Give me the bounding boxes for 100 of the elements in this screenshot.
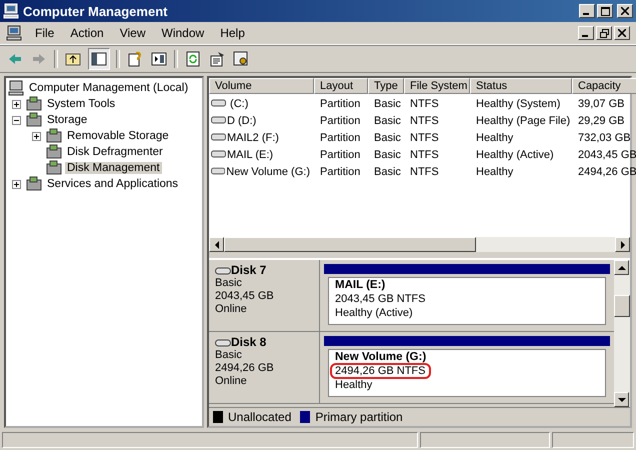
- table-cell: Partition: [320, 148, 360, 160]
- table-cell: Healthy (Active): [476, 148, 554, 160]
- disk-status: Online: [215, 303, 248, 316]
- tree-item[interactable]: Removable Storage: [65, 130, 171, 142]
- table-cell: Partition: [320, 114, 360, 126]
- tree-item[interactable]: Disk Management: [65, 162, 162, 174]
- table-cell: 2494,26 GB: [578, 166, 636, 178]
- column-header[interactable]: File System: [404, 78, 470, 94]
- menu-item[interactable]: Help: [217, 26, 248, 40]
- legend-label: Unallocated: [228, 410, 292, 424]
- properties-icon[interactable]: [208, 50, 226, 68]
- close-button[interactable]: [617, 4, 633, 18]
- partition-name: MAIL (E:): [335, 279, 386, 291]
- drive-icon: [211, 167, 226, 176]
- down-arrow-icon: [618, 396, 626, 402]
- menu-item[interactable]: Action: [67, 26, 107, 40]
- help-icon[interactable]: [126, 50, 144, 68]
- maximize-icon: [600, 6, 610, 16]
- partition-status: Healthy (Active): [335, 307, 414, 319]
- table-cell: NTFS: [410, 114, 439, 126]
- vertical-scrollbar[interactable]: [614, 260, 630, 407]
- tree-item[interactable]: Services and Applications: [45, 178, 180, 190]
- table-cell: Partition: [320, 166, 360, 178]
- table-cell: 29,29 GB: [578, 114, 624, 126]
- table-cell: Basic: [374, 132, 401, 144]
- partition-size: 2043,45 GB NTFS: [334, 292, 426, 307]
- disk-size: 2043,45 GB: [215, 290, 275, 303]
- computer-icon: [3, 3, 19, 19]
- partition-size: 2494,26 GB NTFS: [330, 363, 430, 379]
- table-cell: New Volume (G:): [226, 166, 310, 178]
- table-cell: Healthy (Page File): [476, 114, 570, 126]
- table-cell: Basic: [374, 148, 401, 160]
- right-arrow-icon: [620, 240, 626, 248]
- table-cell: NTFS: [410, 148, 439, 160]
- disk-type: Basic: [215, 349, 243, 362]
- table-cell: Healthy: [476, 132, 514, 144]
- table-cell: Healthy (System): [476, 98, 560, 110]
- table-cell: NTFS: [410, 132, 439, 144]
- table-cell: Basic: [374, 166, 401, 178]
- close-button[interactable]: [614, 26, 630, 40]
- minimize-button[interactable]: [579, 4, 595, 18]
- settings-icon[interactable]: [232, 50, 250, 68]
- drive-icon: [211, 133, 226, 142]
- disk-type: Basic: [215, 277, 243, 290]
- column-header[interactable]: Capacity: [572, 78, 636, 94]
- table-cell: Basic: [374, 98, 401, 110]
- table-cell: Partition: [320, 132, 360, 144]
- left-arrow-icon: [214, 240, 220, 248]
- table-cell: 732,03 GB: [578, 132, 631, 144]
- drive-icon: [211, 99, 226, 108]
- table-cell-text: (C:): [229, 98, 248, 110]
- computer-icon: [6, 25, 22, 41]
- up-arrow-icon: [618, 264, 626, 270]
- expander-box[interactable]: [12, 100, 21, 108]
- legend-label: Primary partition: [315, 410, 403, 424]
- disk-name: Disk 7: [231, 264, 266, 277]
- table-cell: NTFS: [410, 98, 439, 110]
- table-cell: MAIL2 (F:): [227, 132, 279, 144]
- tree-item[interactable]: Storage: [45, 114, 90, 126]
- tree-item[interactable]: System Tools: [45, 98, 118, 110]
- table-cell: D (D:): [227, 114, 256, 126]
- disk-name: Disk 8: [231, 336, 266, 349]
- table-cell: MAIL (E:): [227, 148, 274, 160]
- minimize-button[interactable]: [578, 26, 594, 40]
- panel-toggle-icon[interactable]: [88, 48, 110, 70]
- column-header[interactable]: Volume: [209, 78, 314, 94]
- menu-item[interactable]: View: [116, 26, 148, 40]
- expander-box[interactable]: [12, 116, 21, 124]
- table-cell: 39,07 GB: [578, 98, 624, 110]
- table-cell: 2043,45 GB: [578, 148, 636, 160]
- restore-icon: [600, 28, 608, 38]
- scroll-thumb[interactable]: [224, 237, 476, 252]
- horizontal-scrollbar[interactable]: [209, 237, 630, 252]
- drive-icon: [211, 116, 226, 125]
- column-header[interactable]: Layout: [314, 78, 368, 94]
- window-title: Computer Management: [23, 4, 168, 18]
- tree-item[interactable]: Computer Management (Local): [27, 82, 190, 94]
- menu-item[interactable]: Window: [158, 26, 208, 40]
- tree-item[interactable]: Disk Defragmenter: [65, 146, 165, 158]
- disk-status: Online: [215, 375, 248, 388]
- partition-status: Healthy: [335, 379, 374, 391]
- disk-size: 2494,26 GB: [215, 362, 275, 375]
- table-cell: Partition: [320, 98, 360, 110]
- partition-name: New Volume (G:): [335, 351, 428, 363]
- restore-button[interactable]: [596, 26, 612, 40]
- table-cell: Basic: [374, 114, 401, 126]
- column-header[interactable]: Status: [470, 78, 572, 94]
- table-cell: Healthy: [476, 166, 514, 178]
- panel-icon[interactable]: [150, 50, 168, 68]
- table-cell: NTFS: [410, 166, 439, 178]
- maximize-button[interactable]: [597, 4, 613, 18]
- scroll-thumb[interactable]: [614, 295, 630, 317]
- drive-icon: [211, 150, 226, 159]
- expander-box[interactable]: [12, 180, 21, 188]
- column-header[interactable]: Type: [368, 78, 404, 94]
- close-icon: [618, 29, 626, 37]
- menu-item[interactable]: File: [32, 26, 58, 40]
- refresh-icon[interactable]: [184, 50, 202, 68]
- expander-box[interactable]: [32, 132, 41, 140]
- close-icon: [621, 7, 629, 15]
